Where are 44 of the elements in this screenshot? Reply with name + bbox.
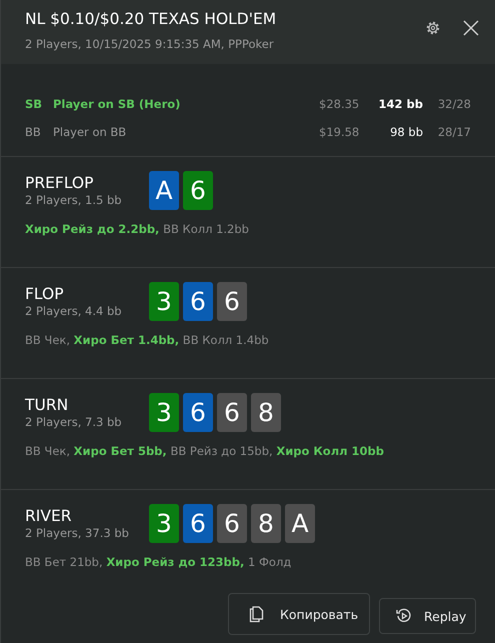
player-stats: 28/17 [436,125,471,139]
player-position: BB [25,125,42,139]
player-stack: 98 bb [389,125,423,139]
street-info: 2 Players, 4.4 bb [25,304,123,318]
card: 8 [251,393,281,432]
player-stats: 32/28 [436,97,471,111]
player-stack: 142 bb [378,97,423,111]
card: 6 [217,393,247,432]
settings-icon[interactable] [425,20,441,36]
street-name: FLOP [25,285,65,303]
card: 6 [183,171,213,210]
card: 8 [251,504,281,543]
card: 6 [183,504,213,543]
card: 6 [217,282,247,321]
action-line: BB Бет 21bb, Хиро Рейз до 123bb, 1 Фолд [25,555,292,569]
street-info: 2 Players, 7.3 bb [25,415,123,429]
street-info: 2 Players, 1.5 bb [25,193,123,207]
card: 3 [149,393,179,432]
card: 3 [149,282,179,321]
player-money: $28.35 [319,97,360,111]
player-position: SB [25,97,44,111]
window-title: NL $0.10/$0.20 TEXAS HOLD'EM [25,10,278,28]
copy-icon [249,606,264,622]
street-name: RIVER [25,507,73,525]
action-line: BB Чек, Хиро Бет 1.4bb, BB Колл 1.4bb [25,333,270,347]
street-info: 2 Players, 37.3 bb [25,526,130,540]
replay-button[interactable]: Replay [379,598,476,634]
action-line: Хиро Рейз до 2.2bb, BB Колл 1.2bb [25,222,250,236]
player-name: Player on BB [53,125,128,139]
card: A [285,504,315,543]
card: 6 [183,393,213,432]
card: 3 [149,504,179,543]
card: 6 [183,282,213,321]
player-name: Player on SB (Hero) [53,97,182,111]
copy-button[interactable]: Копировать [228,593,370,635]
replay-icon [396,608,412,624]
close-icon[interactable] [463,20,479,36]
action-line: BB Чек, Хиро Бет 5bb, BB Рейз до 15bb, Хиро Колл 10bb [25,444,386,458]
hand-info: 2 Players, 10/15/2025 9:15:35 AM, PPPoker [25,37,275,51]
card: A [149,171,179,210]
street-name: TURN [25,396,70,414]
street-name: PREFLOP [25,174,94,192]
card: 6 [217,504,247,543]
player-money: $19.58 [319,125,360,139]
